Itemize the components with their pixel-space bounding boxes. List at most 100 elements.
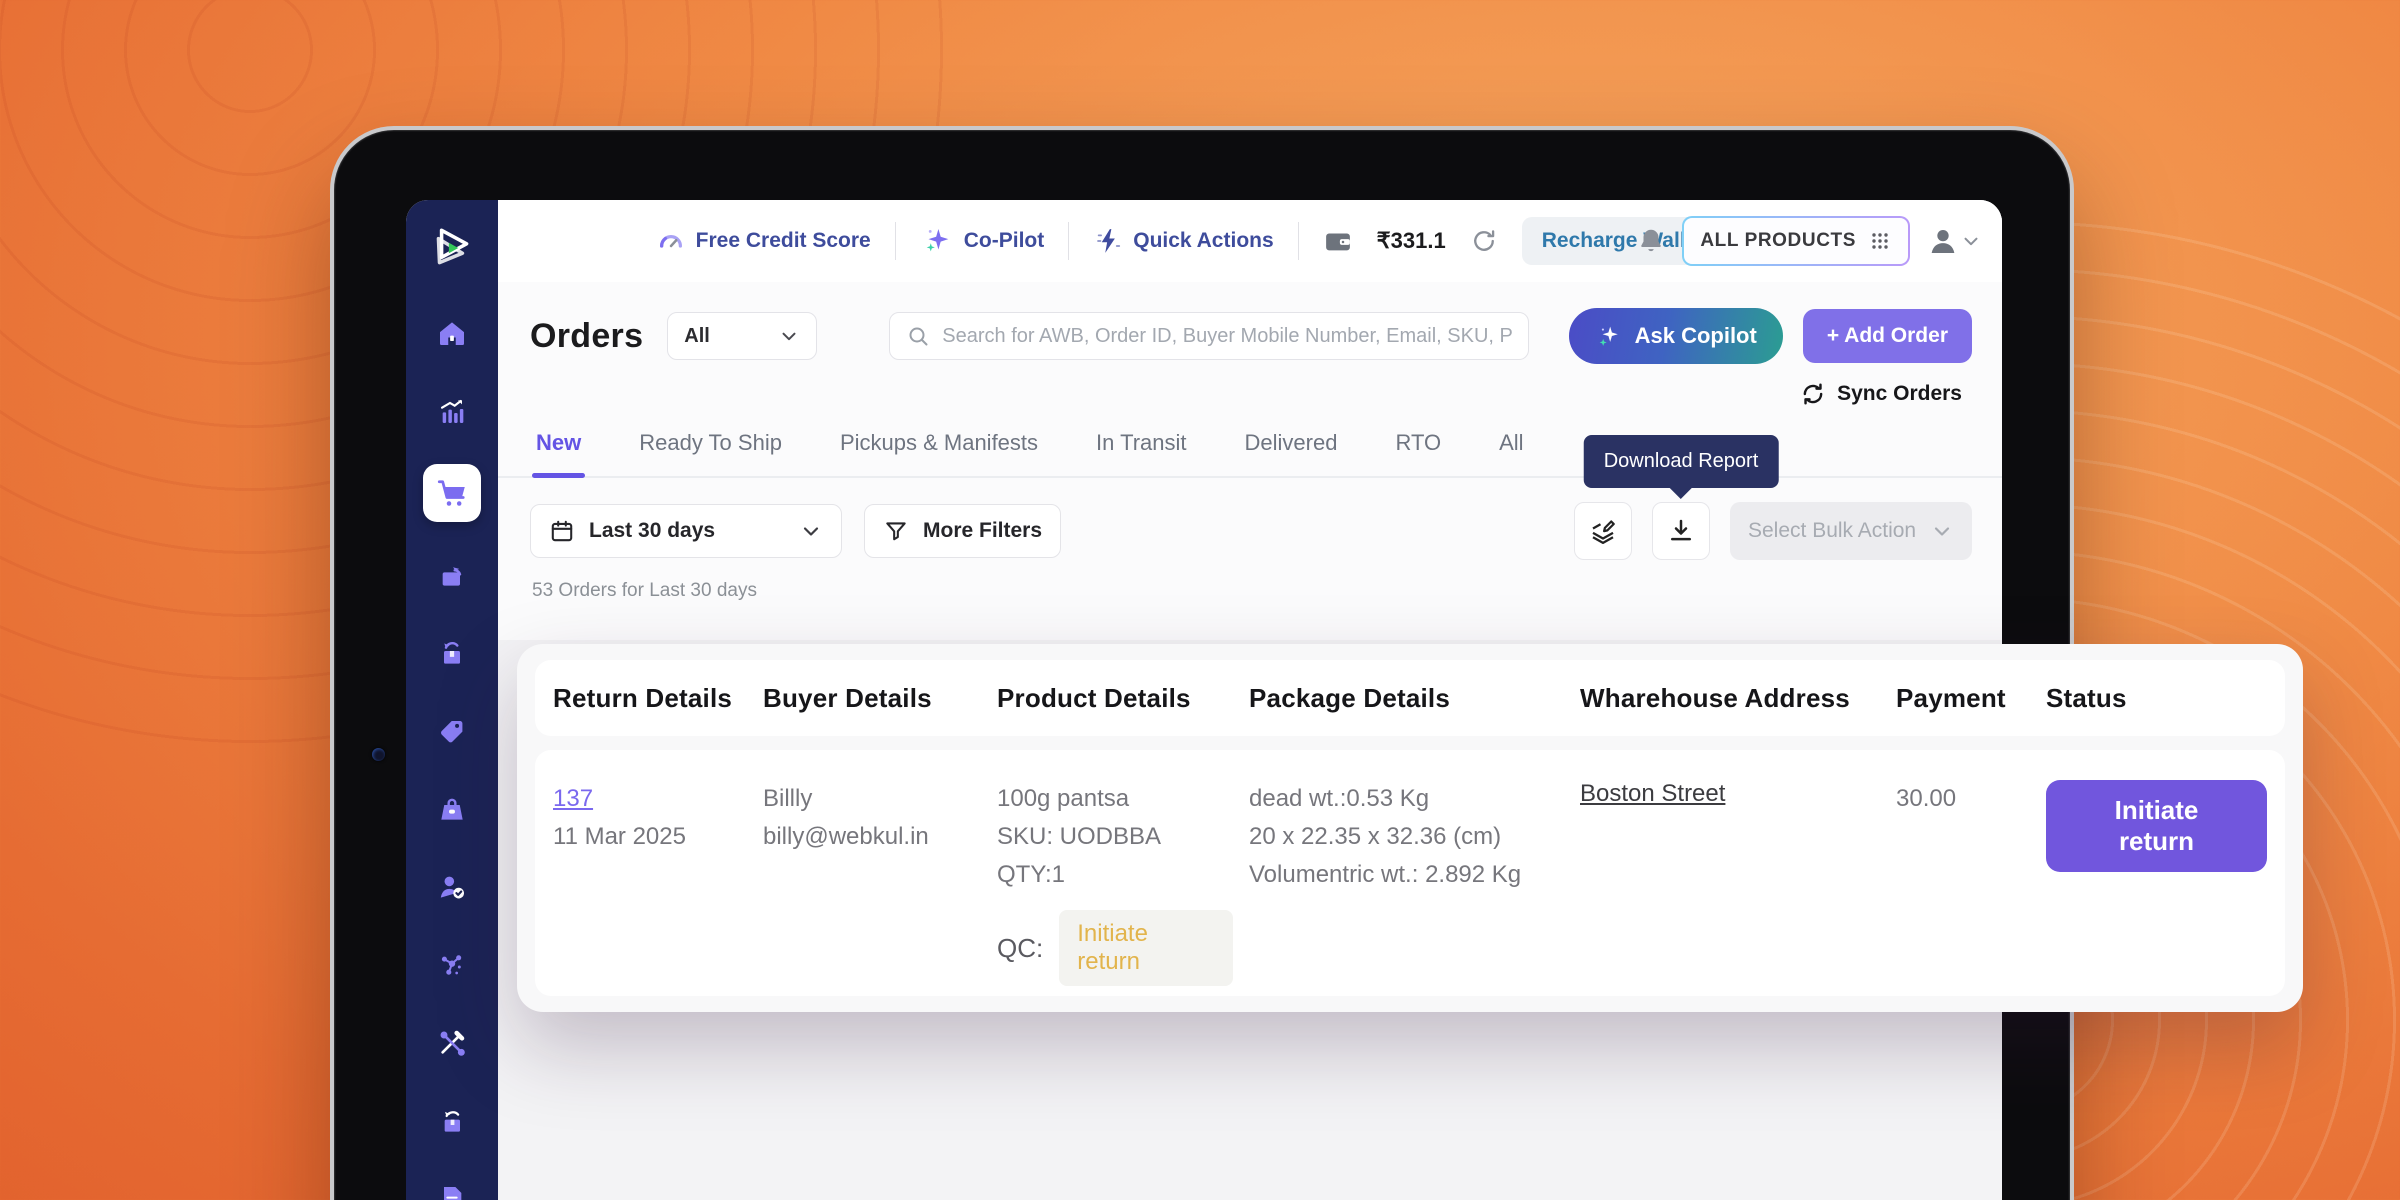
package-volumetric-weight: Volumentric wt.: 2.892 Kg bbox=[1249, 856, 1564, 894]
bulk-action-placeholder: Select Bulk Action bbox=[1748, 519, 1916, 543]
tab-new[interactable]: New bbox=[536, 430, 581, 476]
wallet-icon bbox=[1323, 226, 1353, 256]
bulk-controls: Download Report Select Bulk Action bbox=[1574, 502, 1972, 560]
tooltip-label: Download Report bbox=[1604, 450, 1759, 472]
cell-return-details: 137 11 Mar 2025 bbox=[545, 780, 755, 996]
sync-orders-button[interactable]: Sync Orders bbox=[1799, 380, 1962, 408]
credit-gauge-icon bbox=[656, 226, 686, 256]
all-products-selector[interactable]: ALL PRODUCTS bbox=[1682, 216, 1910, 266]
tab-in-transit[interactable]: In Transit bbox=[1096, 430, 1186, 476]
date-range-dropdown[interactable]: Last 30 days bbox=[530, 504, 842, 558]
qc-status-chip: Initiate return bbox=[1059, 910, 1233, 986]
filter-row: Last 30 days More Filters Download Repor… bbox=[498, 478, 2002, 560]
cell-product-details: 100g pantsa SKU: UODBBA QTY:1 QC: Initia… bbox=[989, 780, 1241, 996]
cell-buyer-details: Billly billy@webkul.in bbox=[755, 780, 989, 996]
product-name: 100g pantsa bbox=[997, 780, 1233, 818]
free-credit-score-link[interactable]: Free Credit Score bbox=[656, 226, 871, 256]
download-report-tooltip: Download Report bbox=[1584, 435, 1779, 488]
tools-icon bbox=[436, 1027, 468, 1059]
column-header-buyer-details: Buyer Details bbox=[755, 683, 989, 714]
order-status-dropdown[interactable]: All bbox=[667, 312, 817, 360]
all-products-label: ALL PRODUCTS bbox=[1700, 230, 1856, 252]
quick-actions-label: Quick Actions bbox=[1133, 229, 1273, 253]
sidebar-item-buyers[interactable] bbox=[427, 862, 477, 912]
sidebar-item-returns[interactable] bbox=[427, 550, 477, 600]
quick-actions-link[interactable]: Quick Actions bbox=[1093, 226, 1273, 256]
calendar-icon bbox=[549, 518, 575, 544]
divider bbox=[895, 222, 896, 260]
cell-status: Initiate return bbox=[2038, 780, 2275, 996]
sync-orders-label: Sync Orders bbox=[1837, 382, 1962, 406]
topnav-right-group: ALL PRODUCTS bbox=[1636, 216, 1982, 266]
sidebar-item-home[interactable] bbox=[427, 308, 477, 358]
orders-table-card: Return Details Buyer Details Product Det… bbox=[517, 644, 2303, 1012]
ask-copilot-button[interactable]: Ask Copilot bbox=[1569, 308, 1783, 364]
bulk-edit-button[interactable] bbox=[1574, 502, 1632, 560]
tab-pickups-manifests[interactable]: Pickups & Manifests bbox=[840, 430, 1038, 476]
sidebar-item-weight[interactable] bbox=[427, 784, 477, 834]
tablet-camera bbox=[372, 748, 385, 761]
wallet-refresh-button[interactable] bbox=[1470, 227, 1498, 255]
app-logo[interactable] bbox=[424, 220, 480, 276]
analytics-icon bbox=[436, 395, 468, 427]
tab-all[interactable]: All bbox=[1499, 430, 1523, 476]
qc-row: QC: Initiate return bbox=[997, 910, 1233, 986]
document-icon bbox=[436, 1183, 468, 1200]
add-order-label: + Add Order bbox=[1827, 324, 1948, 347]
table-header-row: Return Details Buyer Details Product Det… bbox=[535, 660, 2285, 736]
returns-box-icon bbox=[436, 559, 468, 591]
cell-package-details: dead wt.:0.53 Kg 20 x 22.35 x 32.36 (cm)… bbox=[1241, 780, 1572, 996]
weight-icon bbox=[436, 793, 468, 825]
wallet-balance: ₹331.1 bbox=[1377, 228, 1446, 254]
account-menu-button[interactable] bbox=[1926, 224, 1982, 258]
rto-box-icon bbox=[436, 1105, 468, 1137]
download-report-wrap: Download Report bbox=[1652, 502, 1710, 560]
notifications-button[interactable] bbox=[1636, 226, 1666, 256]
more-filters-button[interactable]: More Filters bbox=[864, 504, 1061, 558]
warehouse-link[interactable]: Boston Street bbox=[1580, 780, 1725, 807]
sidebar-item-channels[interactable] bbox=[427, 940, 477, 990]
orders-count: 53 Orders for Last 30 days bbox=[498, 560, 2002, 602]
sidebar-item-shipments[interactable] bbox=[427, 628, 477, 678]
logo-icon bbox=[427, 223, 477, 273]
column-header-product-details: Product Details bbox=[989, 683, 1241, 714]
divider bbox=[1298, 222, 1299, 260]
bulk-action-dropdown[interactable]: Select Bulk Action bbox=[1730, 502, 1972, 560]
lightning-icon bbox=[1093, 226, 1123, 256]
tab-ready-to-ship[interactable]: Ready To Ship bbox=[639, 430, 782, 476]
sync-row: Sync Orders bbox=[498, 370, 2002, 408]
sidebar-item-labels[interactable] bbox=[427, 706, 477, 756]
search-input[interactable] bbox=[942, 325, 1512, 348]
header-actions: Ask Copilot + Add Order bbox=[1569, 308, 1972, 364]
sync-icon bbox=[1799, 380, 1827, 408]
initiate-return-button[interactable]: Initiate return bbox=[2046, 780, 2267, 872]
channels-network-icon bbox=[436, 949, 468, 981]
chevron-down-icon bbox=[799, 519, 823, 543]
co-pilot-link[interactable]: Co-Pilot bbox=[920, 224, 1044, 258]
sidebar-item-rto[interactable] bbox=[427, 1096, 477, 1146]
tab-rto[interactable]: RTO bbox=[1395, 430, 1441, 476]
co-pilot-label: Co-Pilot bbox=[964, 229, 1044, 253]
sidebar-item-orders[interactable] bbox=[423, 464, 481, 522]
tab-delivered[interactable]: Delivered bbox=[1245, 430, 1338, 476]
column-header-package-details: Package Details bbox=[1241, 683, 1572, 714]
cell-payment: 30.00 bbox=[1888, 780, 2038, 996]
return-id-link[interactable]: 137 bbox=[553, 780, 593, 818]
table-row: 137 11 Mar 2025 Billly billy@webkul.in 1… bbox=[535, 750, 2285, 996]
ask-copilot-label: Ask Copilot bbox=[1635, 323, 1757, 349]
top-navigation-bar: Free Credit Score Co-Pilot Quick Actions bbox=[498, 200, 2002, 282]
product-sku: SKU: UODBBA bbox=[997, 818, 1233, 856]
chevron-down-icon bbox=[1960, 230, 1982, 252]
sidebar-item-tools[interactable] bbox=[427, 1018, 477, 1068]
download-report-button[interactable] bbox=[1652, 502, 1710, 560]
chevron-down-icon bbox=[778, 325, 800, 347]
chevron-down-icon bbox=[1930, 519, 1954, 543]
add-order-button[interactable]: + Add Order bbox=[1803, 309, 1972, 363]
shipment-box-icon bbox=[436, 637, 468, 669]
sidebar-item-documents[interactable] bbox=[427, 1174, 477, 1200]
order-status-value: All bbox=[684, 325, 710, 348]
column-header-payment: Payment bbox=[1888, 683, 2038, 714]
search-icon bbox=[906, 324, 930, 348]
free-credit-score-label: Free Credit Score bbox=[696, 229, 871, 253]
sidebar-item-analytics[interactable] bbox=[427, 386, 477, 436]
